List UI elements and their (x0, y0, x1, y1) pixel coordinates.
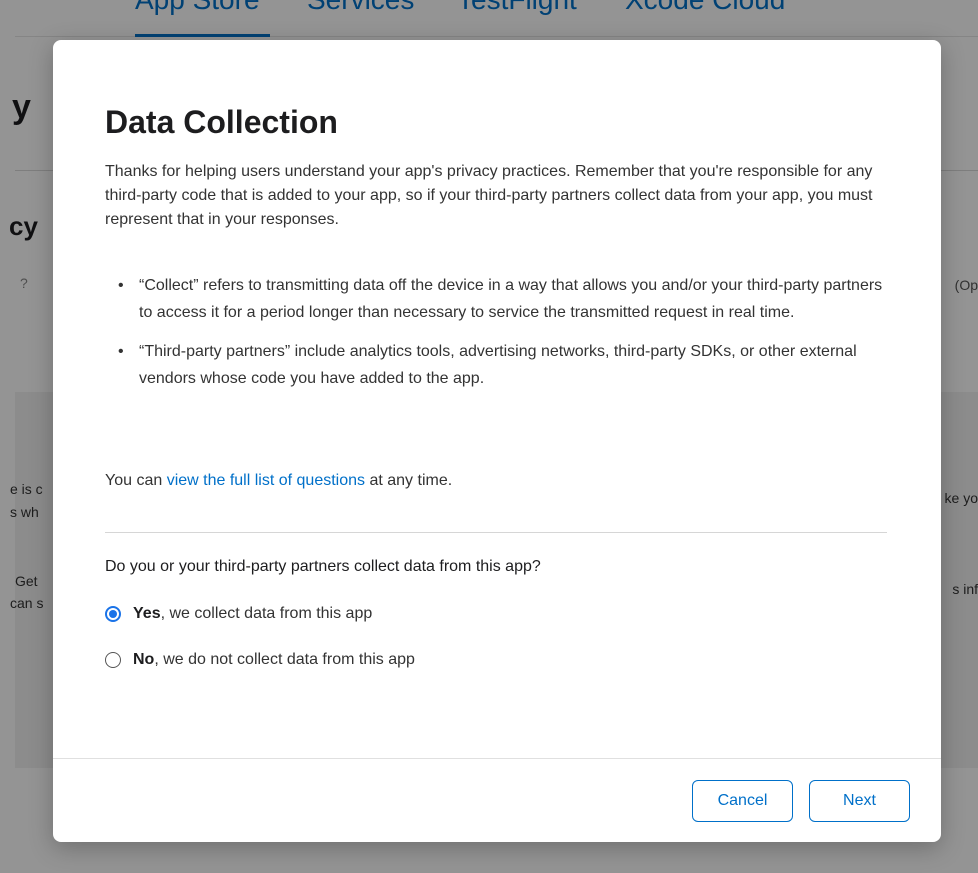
definition-list: • “Collect” refers to transmitting data o… (105, 272, 895, 404)
dialog-title: Data Collection (105, 104, 338, 140)
data-collection-dialog: Data Collection Thanks for helping users… (53, 40, 941, 842)
view-prefix: You can (105, 472, 167, 489)
option-yes-bold: Yes (133, 605, 161, 622)
radio-yes-selected[interactable] (105, 606, 121, 622)
option-no-bold: No (133, 651, 155, 668)
list-item-text: “Third-party partners” include analytics… (139, 343, 857, 387)
cancel-button[interactable]: Cancel (692, 780, 793, 822)
next-button[interactable]: Next (809, 780, 910, 822)
bullet-icon: • (118, 277, 124, 294)
bullet-icon: • (118, 343, 124, 360)
list-item-text: “Collect” refers to transmitting data of… (139, 277, 883, 321)
view-questions-link[interactable]: view the full list of questions (167, 472, 365, 489)
view-suffix: at any time. (365, 472, 453, 489)
view-questions-line: You can view the full list of questions … (105, 472, 452, 490)
collection-question: Do you or your third-party partners coll… (105, 558, 541, 575)
option-no-text: , we do not collect data from this app (154, 651, 415, 668)
footer-divider (53, 758, 941, 759)
radio-no[interactable] (105, 652, 121, 668)
list-item: • “Collect” refers to transmitting data o… (105, 272, 895, 326)
list-item: • “Third-party partners” include analytic… (105, 338, 895, 392)
option-yes-text: , we collect data from this app (160, 605, 373, 622)
option-yes[interactable]: Yes, we collect data from this app (105, 605, 372, 623)
option-no[interactable]: No, we do not collect data from this app (105, 651, 415, 669)
dialog-intro: Thanks for helping users understand your… (105, 163, 873, 228)
divider (105, 532, 887, 533)
